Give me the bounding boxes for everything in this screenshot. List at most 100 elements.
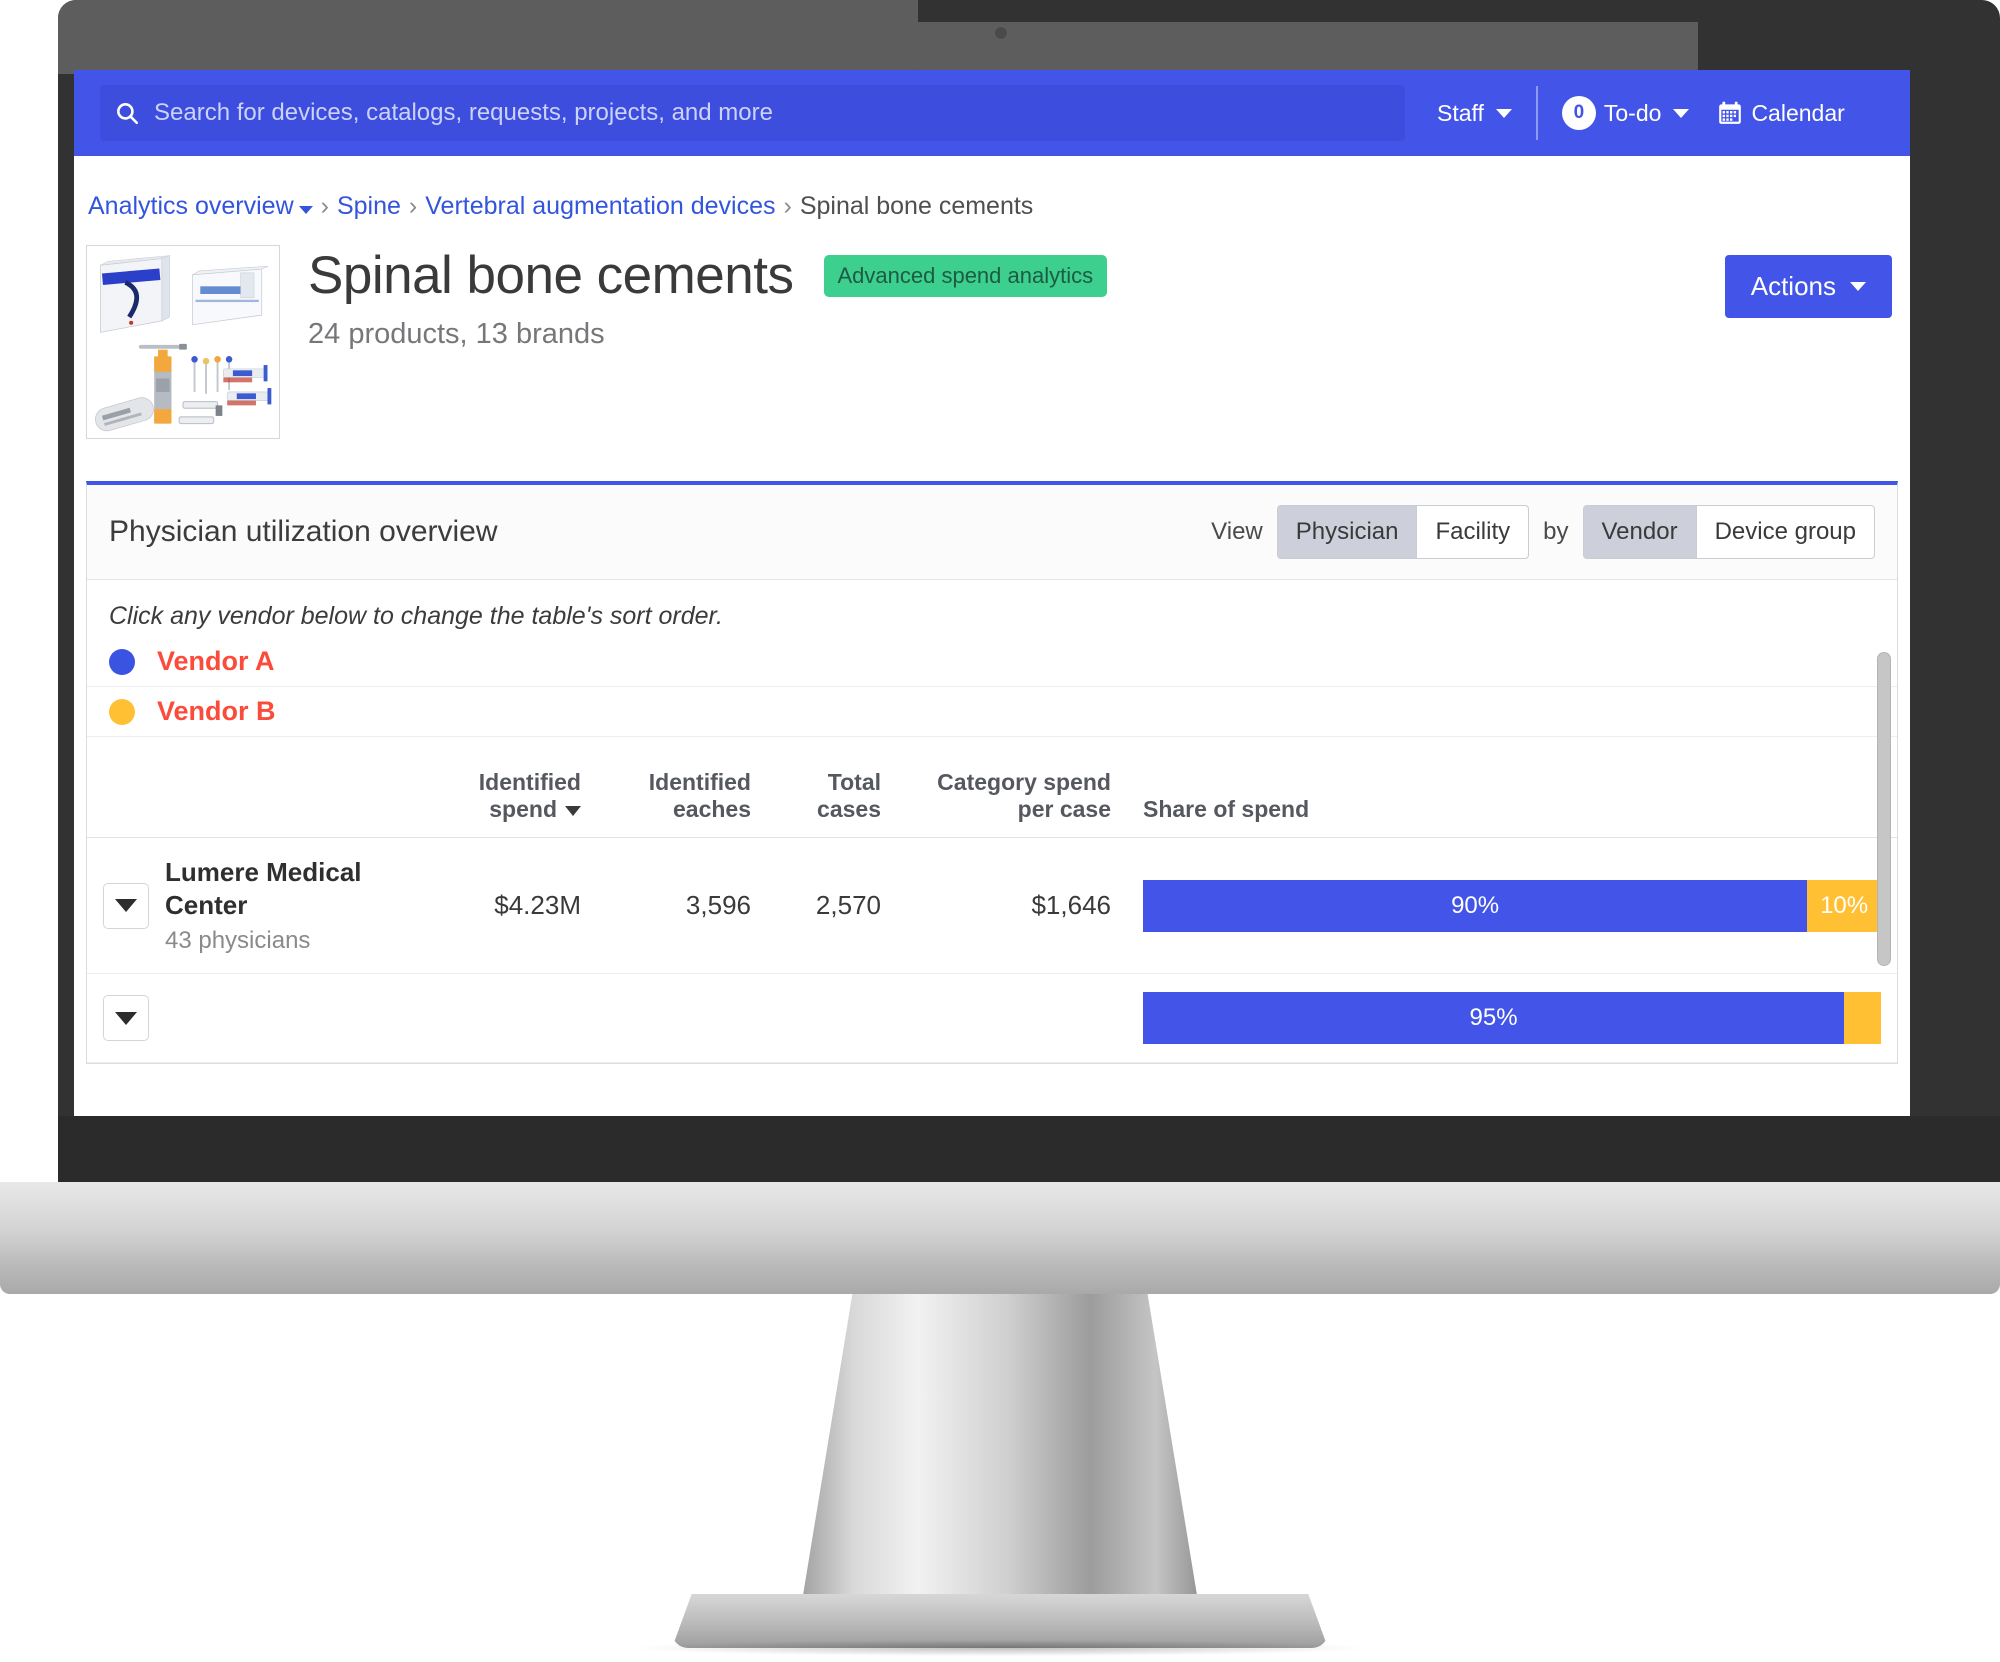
view-toggle-facility[interactable]: Facility <box>1417 505 1530 559</box>
column-header-facility <box>87 759 407 838</box>
calendar-icon <box>1717 100 1743 126</box>
vendor-color-swatch <box>109 698 135 725</box>
webcam-icon <box>994 26 1008 40</box>
table-header-row: Identified spend Identified eaches Total… <box>87 759 1897 838</box>
top-navigation-bar: Staff 0 To-do <box>74 70 1910 156</box>
facility-name-cell: Lumere Medical Center 43 physicians <box>103 856 391 955</box>
monitor-chin <box>58 1116 2000 1182</box>
view-label: View <box>1211 518 1263 545</box>
staff-menu-label: Staff <box>1437 99 1484 126</box>
share-segment-vendor-b[interactable] <box>1844 992 1881 1044</box>
page-content: Analytics overview › Spine › Vertebral a… <box>74 156 1910 1064</box>
status-badge: Advanced spend analytics <box>823 254 1108 297</box>
chevron-down-icon <box>115 1011 137 1025</box>
search-input[interactable] <box>154 99 1391 127</box>
column-header-identified-spend[interactable]: Identified spend <box>407 759 597 838</box>
facility-name-cell <box>103 995 391 1041</box>
facility-physician-count: 43 physicians <box>165 927 311 954</box>
facility-cell: Lumere Medical Center 43 physicians <box>87 837 407 974</box>
expand-row-button[interactable] <box>103 995 149 1041</box>
column-header-line1: Identified <box>478 769 581 795</box>
column-header-line1: Category spend <box>937 769 1111 795</box>
product-collage-image <box>87 246 279 438</box>
product-thumbnail <box>86 245 280 439</box>
calendar-link[interactable]: Calendar <box>1703 100 1858 127</box>
breadcrumb-item-analytics-overview[interactable]: Analytics overview <box>88 192 294 221</box>
actions-button[interactable]: Actions <box>1724 255 1892 318</box>
table-header: Identified spend Identified eaches Total… <box>87 759 1897 838</box>
breadcrumb-separator: › <box>408 192 418 220</box>
top-navigation-actions: Staff 0 To-do Calendar <box>1423 86 1859 140</box>
column-header-label: Share of spend <box>1143 796 1310 822</box>
column-header-share-of-spend: Share of spend <box>1127 759 1897 838</box>
breadcrumb-separator: › <box>783 192 792 220</box>
page-header: Spinal bone cements Advanced spend analy… <box>74 221 1910 439</box>
view-toggle-physician[interactable]: Physician <box>1276 505 1418 559</box>
vendor-legend-item-a[interactable]: Vendor A <box>87 637 1897 687</box>
total-cases-value: 2,570 <box>767 837 897 974</box>
category-spend-per-case-value <box>897 973 1127 1063</box>
group-by-toggle-device-group[interactable]: Device group <box>1696 505 1875 559</box>
column-header-identified-eaches[interactable]: Identified eaches <box>597 759 767 838</box>
vendor-legend-label: Vendor B <box>157 696 276 726</box>
monitor-bezel-notch <box>918 22 1698 74</box>
identified-eaches-value <box>597 973 767 1063</box>
facility-name: Lumere Medical Center <box>165 857 362 920</box>
chevron-down-icon <box>1850 282 1866 291</box>
group-by-toggle-vendor[interactable]: Vendor <box>1582 505 1697 559</box>
column-header-line1: Total <box>827 769 881 795</box>
column-header-line2: per case <box>1017 796 1111 822</box>
identified-spend-value: $4.23M <box>407 837 597 974</box>
column-header-line2: cases <box>817 796 881 822</box>
search-box[interactable] <box>100 85 1405 141</box>
share-segment-vendor-b[interactable]: 10% <box>1807 879 1881 932</box>
column-header-category-spend-per-case[interactable]: Category spend per case <box>897 759 1127 838</box>
todo-count-badge: 0 <box>1561 96 1596 130</box>
monitor-base-plate <box>0 1182 2000 1294</box>
monitor-scene: Staff 0 To-do <box>0 0 2000 1662</box>
vendor-legend-item-b[interactable]: Vendor B <box>87 687 1897 737</box>
share-of-spend-cell: 95% <box>1127 973 1897 1063</box>
panel-body: Click any vendor below to change the tab… <box>87 580 1897 1063</box>
share-of-spend-bar: 90% 10% <box>1143 879 1881 932</box>
expand-row-button[interactable] <box>103 882 149 929</box>
page-title: Spinal bone cements <box>308 246 794 305</box>
column-header-total-cases[interactable]: Total cases <box>767 759 897 838</box>
share-of-spend-cell: 90% 10% <box>1127 837 1897 974</box>
panel-header: Physician utilization overview View Phys… <box>87 485 1897 580</box>
view-toggle-group: Physician Facility <box>1276 505 1530 559</box>
panel-title: Physician utilization overview <box>109 515 498 548</box>
table-body: Lumere Medical Center 43 physicians $4.2… <box>87 837 1897 1063</box>
nav-divider <box>1535 86 1538 140</box>
identified-eaches-value: 3,596 <box>597 837 767 974</box>
share-segment-vendor-a[interactable]: 95% <box>1143 992 1845 1044</box>
calendar-link-label: Calendar <box>1751 99 1845 126</box>
todo-menu[interactable]: 0 To-do <box>1548 96 1704 130</box>
breadcrumb-item-spine[interactable]: Spine <box>337 192 401 221</box>
chevron-down-icon <box>1673 108 1690 118</box>
actions-button-label: Actions <box>1750 271 1836 301</box>
monitor-shadow <box>640 1640 1360 1656</box>
table-row[interactable]: 95% <box>87 973 1897 1063</box>
vendor-legend-label: Vendor A <box>157 646 275 676</box>
page-title-row: Spinal bone cements Advanced spend analy… <box>308 245 1725 306</box>
share-segment-vendor-a[interactable]: 90% <box>1143 879 1808 932</box>
staff-menu[interactable]: Staff <box>1423 100 1526 127</box>
panel-scrollbar[interactable] <box>1877 652 1891 966</box>
monitor-stand-neck <box>803 1294 1197 1594</box>
sort-descending-icon[interactable] <box>565 805 581 816</box>
chevron-down-icon[interactable] <box>298 205 313 214</box>
table-row[interactable]: Lumere Medical Center 43 physicians $4.2… <box>87 837 1897 974</box>
group-by-toggle-group: Vendor Device group <box>1582 505 1875 559</box>
utilization-table: Identified spend Identified eaches Total… <box>87 759 1897 1063</box>
by-label: by <box>1543 518 1569 545</box>
page-subtitle: 24 products, 13 brands <box>308 318 605 350</box>
page-header-text: Spinal bone cements Advanced spend analy… <box>308 245 1725 351</box>
share-of-spend-bar: 95% <box>1143 992 1881 1044</box>
identified-spend-value <box>407 973 597 1063</box>
facility-name-wrap: Lumere Medical Center 43 physicians <box>165 856 391 955</box>
breadcrumb: Analytics overview › Spine › Vertebral a… <box>74 156 1910 221</box>
breadcrumb-item-vertebral-augmentation-devices[interactable]: Vertebral augmentation devices <box>425 192 775 221</box>
vendor-color-swatch <box>109 648 135 675</box>
column-header-line2: spend <box>489 796 557 822</box>
